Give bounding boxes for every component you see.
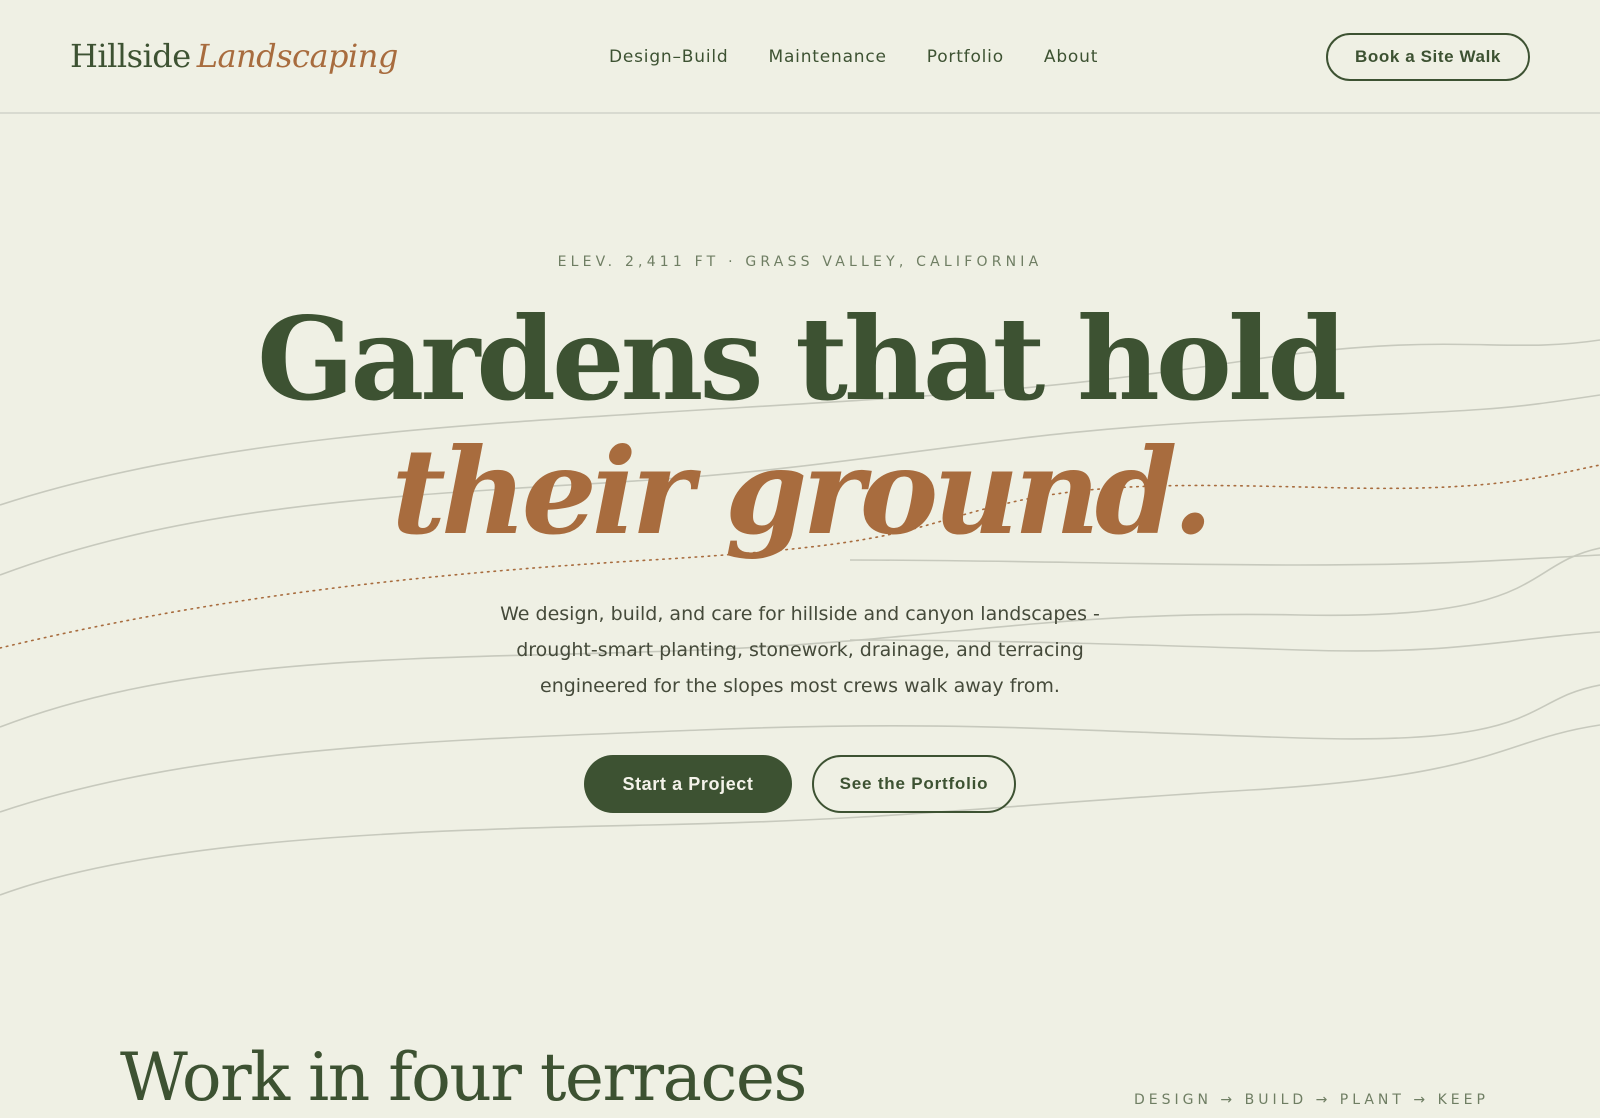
hero-headline-line2: their ground. [391, 422, 1213, 561]
brand-name-first: Hillside [70, 37, 191, 75]
contour-line [0, 684, 1600, 813]
nav-link-design-build[interactable]: Design–Build [609, 44, 728, 70]
brand-name-second: Landscaping [196, 37, 399, 75]
brand-logo[interactable]: Hillside Landscaping [70, 34, 398, 78]
nav-link-about[interactable]: About [1044, 44, 1098, 70]
hero-lead-paragraph: We design, build, and care for hillside … [500, 603, 1100, 697]
section-title: Work in four terraces [120, 1039, 807, 1116]
contour-line [0, 724, 1600, 896]
hero-eyebrow: ELEV. 2,411 FT · GRASS VALLEY, CALIFORNI… [557, 254, 1043, 270]
nav-link-maintenance[interactable]: Maintenance [768, 44, 886, 70]
nav-link-portfolio[interactable]: Portfolio [927, 44, 1004, 70]
book-site-walk-button[interactable]: Book a Site Walk [1326, 33, 1530, 81]
top-navigation: Hillside Landscaping Design–Build Mainten… [0, 0, 1600, 114]
process-steps: DESIGN → BUILD → PLANT → KEEP [1134, 1092, 1489, 1108]
nav-links: Design–Build Maintenance Portfolio About [609, 44, 1098, 70]
see-portfolio-button[interactable]: See the Portfolio [812, 755, 1016, 813]
hero-headline-line1: Gardens that hold [257, 292, 1347, 426]
start-project-button[interactable]: Start a Project [584, 755, 792, 813]
